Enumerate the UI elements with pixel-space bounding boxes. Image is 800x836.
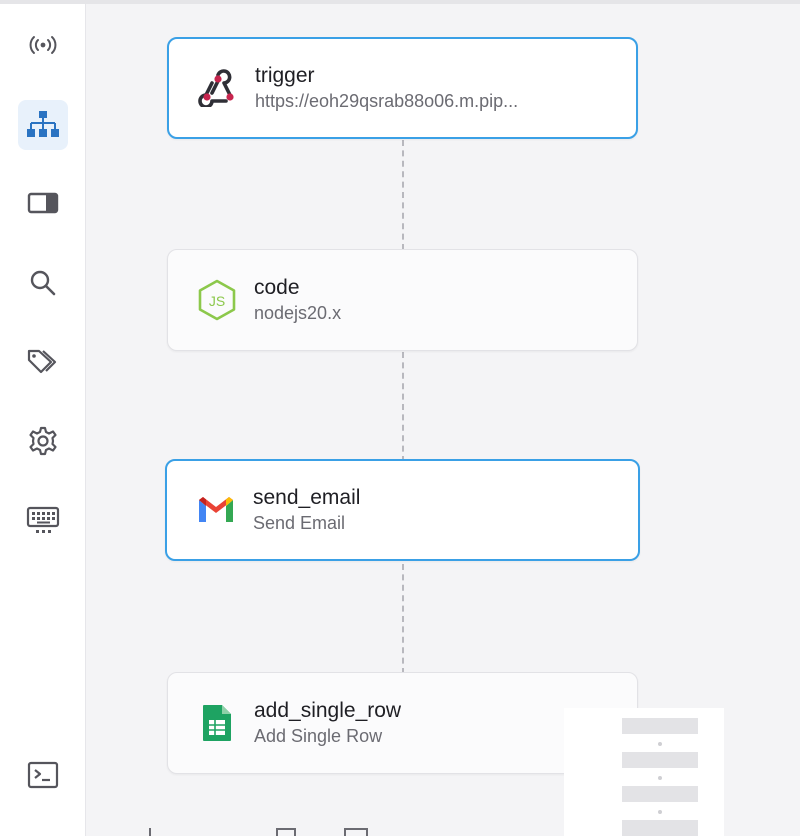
terminal-icon[interactable] (18, 750, 68, 800)
skeleton-dot (658, 776, 662, 780)
step-title: trigger (255, 64, 315, 87)
skeleton-bar (622, 752, 698, 768)
step-title: add_single_row (254, 699, 402, 722)
step-node-trigger[interactable]: trigger https://eoh29qsrab88o06.m.pip... (167, 37, 638, 139)
minimap-icon[interactable] (344, 828, 368, 836)
webhook-icon (197, 67, 239, 109)
zoom-fit-icon[interactable] (276, 828, 296, 836)
connector-line (402, 140, 404, 250)
workflow-canvas[interactable]: trigger https://eoh29qsrab88o06.m.pip...… (86, 4, 800, 836)
gear-icon[interactable] (18, 416, 68, 466)
workflow-icon[interactable] (18, 100, 68, 150)
skeleton-bar (622, 786, 698, 802)
tags-icon[interactable] (18, 336, 68, 386)
step-node-code[interactable]: JS code nodejs20.x (167, 249, 638, 351)
panel-icon[interactable] (18, 178, 68, 228)
step-subtitle: https://eoh29qsrab88o06.m.pip... (255, 91, 519, 111)
loading-placeholder-panel (564, 708, 724, 836)
step-subtitle: Add Single Row (254, 726, 383, 746)
step-title: send_email (253, 486, 361, 509)
connector-line (402, 352, 404, 462)
nodejs-icon: JS (196, 279, 238, 321)
skeleton-dot (658, 810, 662, 814)
svg-text:JS: JS (209, 293, 225, 309)
left-sidebar (0, 4, 86, 836)
step-title: code (254, 276, 300, 299)
step-node-send-email[interactable]: send_email Send Email (165, 459, 640, 561)
toolbar-divider (149, 828, 151, 836)
step-subtitle: nodejs20.x (254, 303, 342, 323)
gmail-icon (195, 489, 237, 531)
search-icon[interactable] (18, 258, 68, 308)
skeleton-bar (622, 718, 698, 734)
skeleton-dot (658, 742, 662, 746)
step-subtitle: Send Email (253, 513, 346, 533)
google-sheets-icon (196, 702, 238, 744)
connector-line (402, 564, 404, 674)
keyboard-icon[interactable] (18, 496, 68, 546)
broadcast-icon[interactable] (18, 20, 68, 70)
bottom-toolbar (86, 826, 800, 836)
